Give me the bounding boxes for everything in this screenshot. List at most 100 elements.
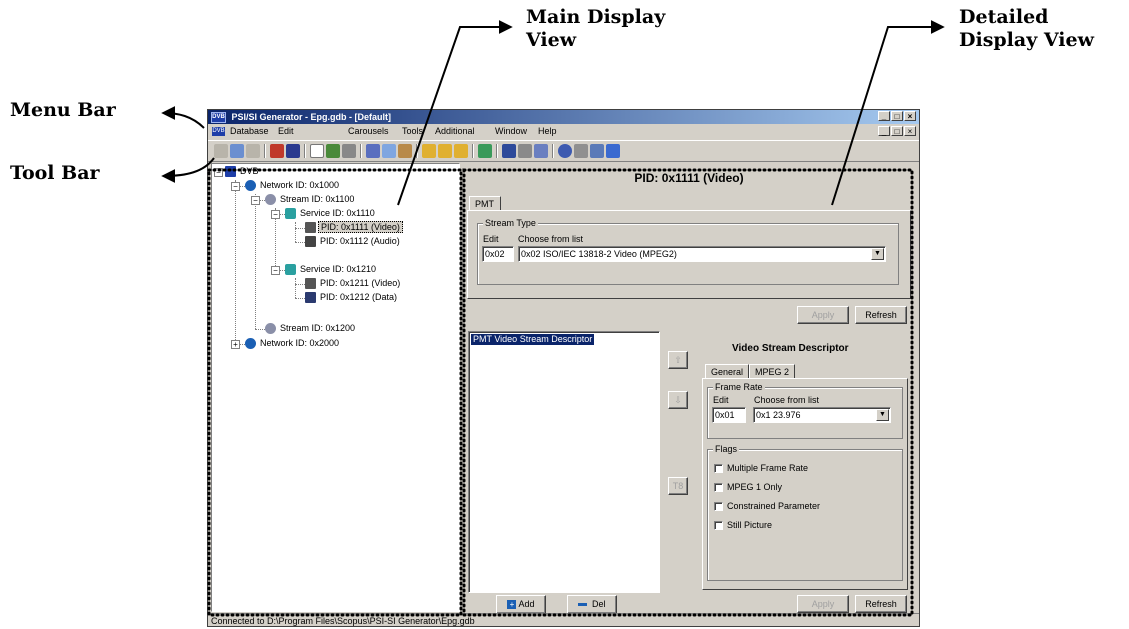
checkbox-label: Multiple Frame Rate bbox=[727, 463, 809, 473]
tree-node-pid-0x1111[interactable]: PID: 0x1111 (Video) bbox=[305, 221, 403, 234]
menu-bar: DVB Database Edit Carousels Tools Additi… bbox=[208, 124, 919, 139]
mdi-restore-button[interactable]: □ bbox=[891, 126, 903, 136]
connect-icon[interactable] bbox=[230, 144, 244, 158]
delete-icon[interactable] bbox=[342, 144, 356, 158]
constrained-parameter-checkbox[interactable]: Constrained Parameter bbox=[714, 500, 820, 512]
menu-tools[interactable]: Tools bbox=[402, 124, 423, 139]
chevron-down-icon[interactable]: ▼ bbox=[876, 409, 889, 421]
tab-pmt[interactable]: PMT bbox=[469, 196, 501, 211]
tree-node-label: PID: 0x1212 (Data) bbox=[320, 292, 398, 302]
checkbox-box[interactable] bbox=[714, 521, 723, 531]
table-icon[interactable] bbox=[534, 144, 548, 158]
mdi-close-button[interactable]: × bbox=[904, 126, 916, 136]
menu-database[interactable]: Database bbox=[230, 124, 269, 139]
toolbar-separator bbox=[472, 144, 474, 158]
paste-icon[interactable] bbox=[398, 144, 412, 158]
frame-rate-group: Frame Rate Edit Choose from list 0x01 0x… bbox=[707, 382, 903, 439]
multiple-frame-rate-checkbox[interactable]: Multiple Frame Rate bbox=[714, 462, 808, 474]
tree-expander[interactable]: − bbox=[251, 196, 260, 205]
mdi-minimize-button[interactable]: _ bbox=[878, 126, 890, 136]
apply-button[interactable]: Apply bbox=[797, 306, 849, 324]
stream-type-group: Stream Type Edit Choose from list 0x02 0… bbox=[477, 218, 899, 285]
tree-node-pid-0x1212[interactable]: PID: 0x1212 (Data) bbox=[305, 291, 399, 304]
refresh-button[interactable]: Refresh bbox=[855, 306, 907, 324]
menu-help[interactable]: Help bbox=[538, 124, 557, 139]
tree-node-network-0x2000[interactable]: Network ID: 0x2000 bbox=[245, 337, 341, 350]
descriptor-refresh-button[interactable]: Refresh bbox=[855, 595, 907, 613]
tree-node-service-0x1110[interactable]: Service ID: 0x1110 bbox=[285, 207, 377, 220]
wizard-icon[interactable] bbox=[478, 144, 492, 158]
carousel-start-icon[interactable] bbox=[438, 144, 452, 158]
tree-expander[interactable]: − bbox=[271, 210, 280, 219]
cube-icon[interactable] bbox=[606, 144, 620, 158]
disconnect-icon[interactable] bbox=[246, 144, 260, 158]
tree-node-network-0x1000[interactable]: Network ID: 0x1000 bbox=[245, 179, 341, 192]
record-icon[interactable] bbox=[558, 144, 572, 158]
move-up-button[interactable]: ⇧ bbox=[668, 351, 688, 369]
tree-node-stream-0x1200[interactable]: Stream ID: 0x1200 bbox=[265, 322, 357, 335]
document-icon[interactable]: DVB bbox=[212, 127, 225, 136]
tab-mpeg2[interactable]: MPEG 2 bbox=[749, 364, 795, 379]
tree-expander[interactable]: − bbox=[271, 266, 280, 275]
minimize-button[interactable]: _ bbox=[878, 111, 890, 121]
checkbox-box[interactable] bbox=[714, 483, 723, 493]
app-window: DVB PSI/SI Generator - Epg.gdb - [Defaul… bbox=[207, 109, 920, 627]
save-as-icon[interactable] bbox=[286, 144, 300, 158]
tree-node-pid-0x1211[interactable]: PID: 0x1211 (Video) bbox=[305, 277, 402, 290]
chevron-down-icon[interactable]: ▼ bbox=[871, 248, 884, 260]
title-bar: DVB PSI/SI Generator - Epg.gdb - [Defaul… bbox=[208, 110, 919, 124]
grid-icon[interactable] bbox=[590, 144, 604, 158]
tree-node-service-0x1210[interactable]: Service ID: 0x1210 bbox=[285, 263, 378, 276]
status-bar: Connected to D:\Program Files\Scopus\PSI… bbox=[208, 613, 919, 626]
tree-node-label: DVB bbox=[240, 166, 259, 176]
tree-node-stream-0x1100[interactable]: Stream ID: 0x1100 bbox=[265, 193, 356, 206]
tree-expander[interactable]: − bbox=[231, 182, 240, 191]
tree-node-label: Service ID: 0x1110 bbox=[300, 208, 375, 218]
tree-node-pid-0x1112[interactable]: PID: 0x1112 (Audio) bbox=[305, 235, 402, 248]
tree-view[interactable]: − DVB − Network ID: 0x1000 − Stream ID: … bbox=[211, 163, 460, 612]
menu-carousels[interactable]: Carousels bbox=[348, 124, 389, 139]
stream-type-select[interactable]: 0x02 ISO/IEC 13818-2 Video (MPEG2) ▼ bbox=[518, 246, 886, 262]
carousel-stop-icon[interactable] bbox=[454, 144, 468, 158]
move-down-button[interactable]: ⇩ bbox=[668, 391, 688, 409]
tools-icon[interactable] bbox=[574, 144, 588, 158]
pid-header: PID: 0x1111 (Video) bbox=[634, 171, 744, 185]
stream-type-edit-field[interactable]: 0x02 bbox=[482, 246, 514, 262]
open-database-icon[interactable] bbox=[214, 144, 228, 158]
video-camera-icon bbox=[305, 278, 316, 290]
descriptor-list-item[interactable]: PMT Video Stream Descriptor bbox=[471, 334, 595, 345]
cut-icon[interactable] bbox=[366, 144, 380, 158]
side-action-button[interactable]: T8 bbox=[668, 477, 688, 495]
del-button[interactable]: Del bbox=[567, 595, 617, 614]
toolbar-separator bbox=[304, 144, 306, 158]
tree-expander[interactable]: + bbox=[231, 340, 240, 349]
carousel-icon[interactable] bbox=[422, 144, 436, 158]
tree-line bbox=[295, 242, 305, 243]
tab-general[interactable]: General bbox=[705, 364, 749, 379]
still-picture-checkbox[interactable]: Still Picture bbox=[714, 519, 772, 531]
monitor-icon[interactable] bbox=[502, 144, 516, 158]
descriptor-apply-button[interactable]: Apply bbox=[797, 595, 849, 613]
tool-bar bbox=[208, 140, 919, 162]
menu-additional[interactable]: Additional bbox=[435, 124, 475, 139]
tree-expander[interactable]: − bbox=[214, 168, 223, 177]
frame-rate-select[interactable]: 0x1 23.976 ▼ bbox=[753, 407, 891, 423]
mpeg1-only-checkbox[interactable]: MPEG 1 Only bbox=[714, 481, 782, 493]
menu-window[interactable]: Window bbox=[495, 124, 527, 139]
network-icon[interactable] bbox=[518, 144, 532, 158]
checkbox-box[interactable] bbox=[714, 502, 723, 512]
menu-edit[interactable]: Edit bbox=[278, 124, 294, 139]
checkbox-box[interactable] bbox=[714, 464, 723, 474]
add-button[interactable]: + Add bbox=[496, 595, 546, 614]
close-button[interactable]: × bbox=[904, 111, 916, 121]
maximize-button[interactable]: □ bbox=[891, 111, 903, 121]
edit-document-icon[interactable] bbox=[326, 144, 340, 158]
save-icon[interactable] bbox=[270, 144, 284, 158]
descriptor-list[interactable]: PMT Video Stream Descriptor bbox=[468, 331, 660, 593]
callout-menu-bar: Menu Bar bbox=[10, 99, 116, 121]
frame-rate-edit-field[interactable]: 0x01 bbox=[712, 407, 746, 423]
new-document-icon[interactable] bbox=[310, 144, 324, 158]
frame-rate-edit-label: Edit bbox=[713, 395, 729, 405]
copy-icon[interactable] bbox=[382, 144, 396, 158]
tree-node-dvb[interactable]: DVB bbox=[225, 165, 261, 178]
